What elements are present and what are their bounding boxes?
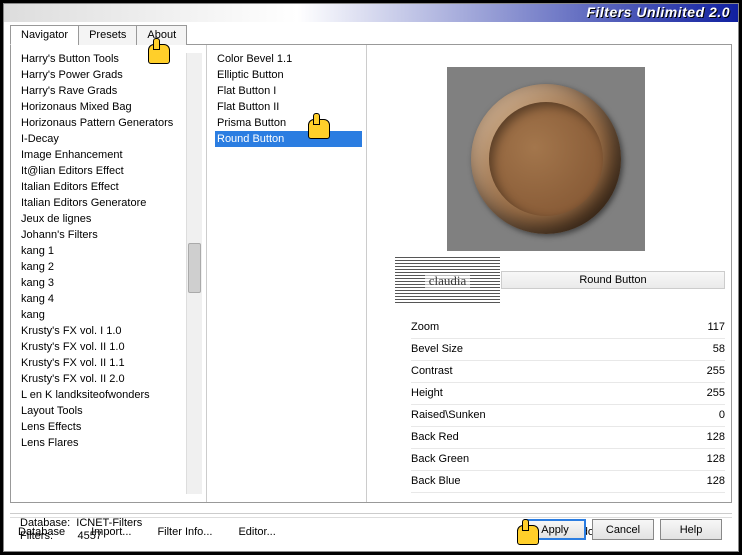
nav-item[interactable]: Image Enhancement [19,147,202,163]
nav-item[interactable]: Italian Editors Generatore [19,195,202,211]
nav-item[interactable]: Italian Editors Effect [19,179,202,195]
nav-item[interactable]: kang 4 [19,291,202,307]
main-area: Harry's Button ToolsHarry's Power GradsH… [10,45,732,503]
filter-list-col: Color Bevel 1.1Elliptic ButtonFlat Butto… [207,45,367,502]
nav-item[interactable]: Layout Tools [19,403,202,419]
param-label: Back Red [411,429,459,446]
cancel-button[interactable]: Cancel [592,519,654,540]
nav-item[interactable]: kang 2 [19,259,202,275]
param-value: 255 [707,363,725,380]
param-label: Raised\Sunken [411,407,486,424]
footer-info: Database: ICNET-Filters Filters: 4557 [20,517,142,543]
nav-item[interactable]: I-Decay [19,131,202,147]
param-label: Back Green [411,451,469,468]
window-body: Navigator Presets About Harry's Button T… [10,24,732,545]
filter-list[interactable]: Color Bevel 1.1Elliptic ButtonFlat Butto… [211,49,362,498]
navigator-list-col: Harry's Button ToolsHarry's Power GradsH… [11,45,207,502]
param-row[interactable]: Height 255 [411,383,725,405]
preview-image [447,67,645,251]
nav-item[interactable]: kang 1 [19,243,202,259]
tab-strip: Navigator Presets About [10,24,732,45]
filter-item[interactable]: Color Bevel 1.1 [215,51,362,67]
param-label: Contrast [411,363,453,380]
param-value: 58 [713,341,725,358]
filter-item[interactable]: Prisma Button [215,115,362,131]
nav-item[interactable]: Lens Flares [19,435,202,451]
nav-item[interactable]: Horizonaus Mixed Bag [19,99,202,115]
param-row[interactable]: Bevel Size 58 [411,339,725,361]
param-value: 0 [719,407,725,424]
filter-item[interactable]: Elliptic Button [215,67,362,83]
nav-scrollbar[interactable] [186,53,202,494]
param-row[interactable]: Contrast 255 [411,361,725,383]
param-label: Bevel Size [411,341,463,358]
filter-name-display: Round Button [501,271,725,289]
help-button[interactable]: Help [660,519,722,540]
param-value: 128 [707,473,725,490]
nav-item[interactable]: Lens Effects [19,419,202,435]
nav-item[interactable]: Krusty's FX vol. II 2.0 [19,371,202,387]
nav-item[interactable]: Harry's Button Tools [19,51,202,67]
nav-item[interactable]: Harry's Rave Grads [19,83,202,99]
filter-item[interactable]: Flat Button II [215,99,362,115]
filter-item[interactable]: Flat Button I [215,83,362,99]
nav-item[interactable]: Jeux de lignes [19,211,202,227]
param-value: 128 [707,429,725,446]
parameter-list: Zoom 117 Bevel Size 58 Contrast 255 Height 255 R… [411,317,725,493]
nav-scroll-thumb[interactable] [188,243,201,293]
param-row[interactable]: Raised\Sunken 0 [411,405,725,427]
nav-item[interactable]: L en K landksiteofwonders [19,387,202,403]
param-row[interactable]: Back Blue 128 [411,471,725,493]
param-value: 117 [707,319,725,336]
footer-buttons: Apply Cancel Help [524,519,722,540]
nav-item[interactable]: kang 3 [19,275,202,291]
app-title: Filters Unlimited 2.0 [586,4,730,20]
nav-item[interactable]: Krusty's FX vol. II 1.1 [19,355,202,371]
param-value: 255 [707,385,725,402]
tab-about[interactable]: About [136,25,187,45]
nav-item[interactable]: kang [19,307,202,323]
filters-window: Filters Unlimited 2.0 Navigator Presets … [3,3,739,552]
tab-presets[interactable]: Presets [78,25,137,45]
nav-item[interactable]: Harry's Power Grads [19,67,202,83]
filter-item[interactable]: Round Button [215,131,362,147]
tab-navigator[interactable]: Navigator [10,25,79,45]
nav-item[interactable]: Horizonaus Pattern Generators [19,115,202,131]
nav-item[interactable]: Krusty's FX vol. II 1.0 [19,339,202,355]
param-value: 128 [707,451,725,468]
param-label: Zoom [411,319,439,336]
nav-item[interactable]: Krusty's FX vol. I 1.0 [19,323,202,339]
param-row[interactable]: Zoom 117 [411,317,725,339]
param-label: Height [411,385,443,402]
navigator-list[interactable]: Harry's Button ToolsHarry's Power GradsH… [15,49,202,498]
watermark: claudia [395,257,500,305]
title-bar: Filters Unlimited 2.0 [4,4,738,22]
param-row[interactable]: Back Green 128 [411,449,725,471]
nav-item[interactable]: It@lian Editors Effect [19,163,202,179]
apply-button[interactable]: Apply [524,519,586,540]
param-row[interactable]: Back Red 128 [411,427,725,449]
footer: Database: ICNET-Filters Filters: 4557 Ap… [10,513,732,545]
preview-col: claudia Round Button Zoom 117 Bevel Size 58… [367,45,731,502]
nav-item[interactable]: Johann's Filters [19,227,202,243]
round-button-preview [471,84,621,234]
param-label: Back Blue [411,473,461,490]
